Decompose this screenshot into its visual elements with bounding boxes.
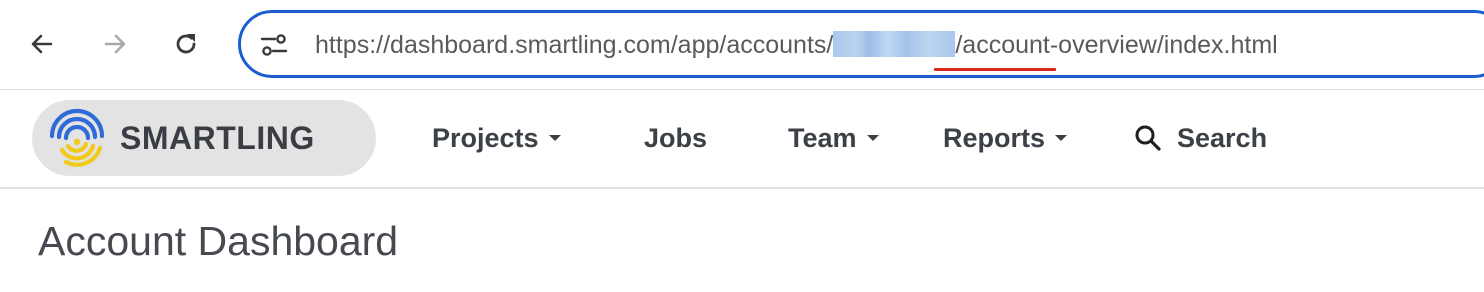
browser-toolbar: https://dashboard.smartling.com/app/acco… — [0, 0, 1484, 90]
site-info-icon[interactable] — [259, 30, 289, 60]
reload-icon — [176, 34, 196, 54]
smartling-logo-icon — [49, 108, 105, 167]
url-highlight-underline — [934, 68, 1056, 71]
nav-search-label: Search — [1177, 123, 1268, 153]
address-bar[interactable]: https://dashboard.smartling.com/app/acco… — [238, 10, 1484, 78]
url-redacted-segment — [833, 31, 956, 57]
chevron-down-icon — [866, 135, 879, 141]
nav-projects[interactable]: Projects — [432, 115, 561, 161]
url-prefix: https://dashboard.smartling.com/app/acco… — [315, 31, 834, 59]
page-title: Account Dashboard — [38, 218, 399, 264]
nav-reports-label: Reports — [943, 123, 1046, 153]
url-text: https://dashboard.smartling.com/app/acco… — [315, 27, 1278, 63]
reload-button[interactable] — [166, 24, 206, 64]
back-button[interactable] — [22, 24, 62, 64]
search-icon — [1135, 125, 1161, 151]
chevron-down-icon — [1055, 135, 1068, 141]
forward-button[interactable] — [95, 24, 135, 64]
logo-button[interactable]: SMARTLING — [32, 100, 376, 176]
forward-arrow-icon — [104, 34, 126, 54]
nav-jobs-label: Jobs — [644, 123, 708, 153]
url-suffix: /account-overview/index.html — [955, 31, 1278, 59]
chevron-down-icon — [548, 135, 561, 141]
nav-team-label: Team — [788, 123, 857, 153]
nav-team[interactable]: Team — [788, 115, 879, 161]
nav-jobs[interactable]: Jobs — [644, 115, 707, 161]
logo-text: SMARTLING — [120, 120, 315, 156]
nav-projects-label: Projects — [432, 123, 539, 153]
back-arrow-icon — [31, 34, 53, 54]
nav-search[interactable]: Search — [1134, 115, 1267, 161]
nav-reports[interactable]: Reports — [943, 115, 1068, 161]
site-navbar: SMARTLING Projects Jobs Team Reports Sea… — [0, 91, 1484, 189]
